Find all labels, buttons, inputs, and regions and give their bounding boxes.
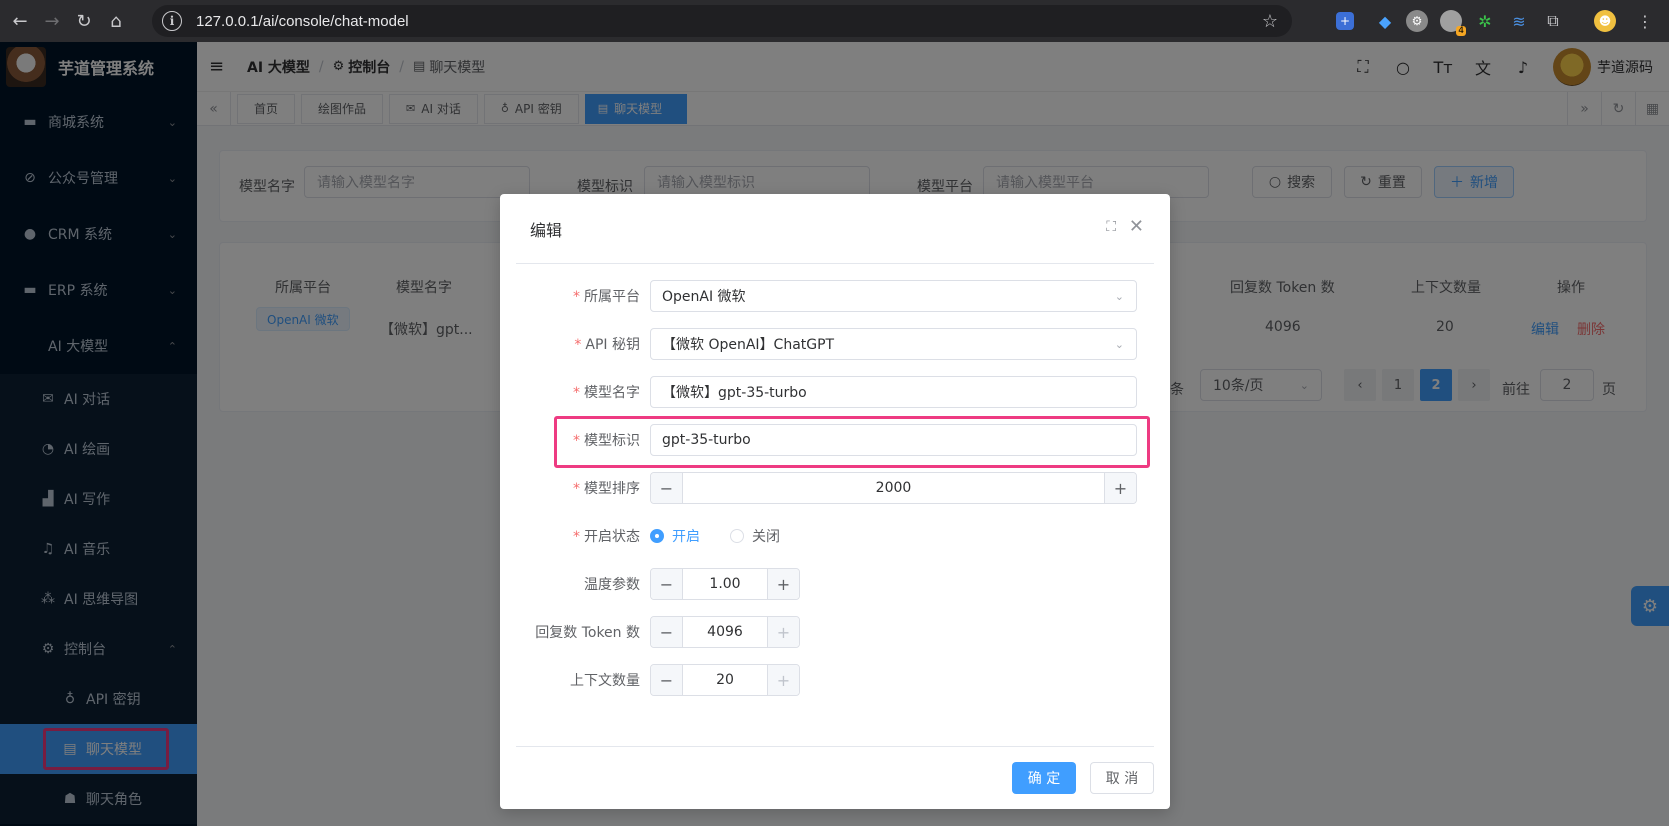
- model-name-input[interactable]: 【微软】gpt-35-turbo: [650, 376, 1137, 408]
- profile-avatar-icon[interactable]: ☻: [1594, 10, 1616, 32]
- form-row-api-key: * API 秘钥 【微软 OpenAI】ChatGPT ⌄: [500, 328, 1170, 360]
- max-contexts-stepper: − 20 +: [650, 664, 800, 696]
- api-key-value: 【微软 OpenAI】ChatGPT: [662, 337, 835, 353]
- cancel-button[interactable]: 取 消: [1090, 762, 1154, 794]
- extension-badge-count: 4: [1456, 26, 1466, 36]
- form-label: * 开启状态: [573, 526, 640, 546]
- form-label-text: API 秘钥: [585, 337, 640, 353]
- browser-menu-icon[interactable]: ⋮: [1634, 10, 1656, 32]
- decrement-button[interactable]: −: [651, 617, 683, 647]
- extensions-puzzle-icon[interactable]: ⧉: [1542, 10, 1564, 32]
- form-label: * 模型名字: [573, 382, 640, 402]
- confirm-button[interactable]: 确 定: [1012, 762, 1076, 794]
- extension-diamond-icon[interactable]: ◆: [1374, 10, 1396, 32]
- back-icon[interactable]: ←: [4, 5, 36, 37]
- form-row-model-id: * 模型标识 gpt-35-turbo: [500, 424, 1170, 456]
- platform-value: OpenAI 微软: [662, 289, 746, 305]
- dialog-header: 编辑 ⛶ ✕: [516, 194, 1154, 264]
- form-label: * 所属平台: [573, 286, 640, 306]
- form-label: 温度参数: [584, 577, 640, 593]
- form-row-temperature: 温度参数 − 1.00 +: [500, 568, 1170, 600]
- form-label-text: 开启状态: [584, 529, 640, 545]
- increment-button[interactable]: +: [767, 569, 799, 599]
- form-label: * API 秘钥: [574, 334, 640, 354]
- extension-icon[interactable]: +: [1336, 12, 1354, 30]
- max-contexts-value[interactable]: 20: [683, 672, 767, 688]
- dialog-title: 编辑: [530, 220, 563, 240]
- form-row-sort: * 模型排序 − 2000 +: [500, 472, 1170, 504]
- chevron-down-icon: ⌄: [1114, 289, 1124, 303]
- edit-dialog: 编辑 ⛶ ✕ * 所属平台 OpenAI 微软 ⌄ * API 秘钥 【微软 Open…: [500, 194, 1170, 809]
- required-mark: *: [574, 337, 582, 353]
- required-mark: *: [573, 289, 580, 305]
- extension-gear-icon[interactable]: ⚙: [1406, 10, 1428, 32]
- required-mark: *: [573, 433, 580, 449]
- increment-button[interactable]: +: [767, 617, 799, 647]
- required-mark: *: [573, 481, 580, 497]
- form-label-text: 模型标识: [584, 433, 640, 449]
- increment-button[interactable]: +: [1104, 473, 1136, 503]
- decrement-button[interactable]: −: [651, 473, 683, 503]
- form-label: * 模型标识: [573, 430, 640, 450]
- reload-icon[interactable]: ↻: [68, 5, 100, 37]
- site-info-icon[interactable]: i: [162, 11, 182, 31]
- temperature-value[interactable]: 1.00: [683, 576, 767, 592]
- dialog-footer-divider: [516, 746, 1154, 747]
- sort-stepper: − 2000 +: [650, 472, 1137, 504]
- extension-bug-icon[interactable]: ✲: [1474, 10, 1496, 32]
- extension-layers-icon[interactable]: ≋: [1508, 10, 1530, 32]
- required-mark: *: [573, 385, 580, 401]
- decrement-button[interactable]: −: [651, 569, 683, 599]
- form-row-model-name: * 模型名字 【微软】gpt-35-turbo: [500, 376, 1170, 408]
- form-row-platform: * 所属平台 OpenAI 微软 ⌄: [500, 280, 1170, 312]
- form-label-text: 模型名字: [584, 385, 640, 401]
- form-row-max-tokens: 回复数 Token 数 − 4096 +: [500, 616, 1170, 648]
- extension-badge-icon[interactable]: 4: [1440, 10, 1466, 36]
- status-radio-group: 开启 关闭: [650, 526, 810, 546]
- increment-button[interactable]: +: [767, 665, 799, 695]
- form-label: 回复数 Token 数: [535, 625, 640, 641]
- browser-toolbar: ← → ↻ ⌂ i 127.0.0.1/ai/console/chat-mode…: [0, 0, 1669, 42]
- address-bar[interactable]: i 127.0.0.1/ai/console/chat-model ☆: [152, 5, 1292, 37]
- required-mark: *: [573, 529, 580, 545]
- form-row-max-contexts: 上下文数量 − 20 +: [500, 664, 1170, 696]
- radio-label: 关闭: [752, 529, 780, 545]
- radio-checked-icon: [650, 529, 664, 543]
- forward-icon[interactable]: →: [36, 5, 68, 37]
- platform-select[interactable]: OpenAI 微软 ⌄: [650, 280, 1137, 312]
- close-icon[interactable]: ✕: [1129, 216, 1144, 237]
- form-row-status: * 开启状态 开启 关闭: [500, 520, 1170, 552]
- max-tokens-stepper: − 4096 +: [650, 616, 800, 648]
- form-label-text: 所属平台: [584, 289, 640, 305]
- api-key-select[interactable]: 【微软 OpenAI】ChatGPT ⌄: [650, 328, 1137, 360]
- url-text: 127.0.0.1/ai/console/chat-model: [196, 12, 409, 30]
- fullscreen-icon[interactable]: ⛶: [1106, 219, 1116, 235]
- decrement-button[interactable]: −: [651, 665, 683, 695]
- home-icon[interactable]: ⌂: [100, 5, 132, 37]
- form-label-text: 模型排序: [584, 481, 640, 497]
- max-tokens-value[interactable]: 4096: [683, 624, 767, 640]
- status-radio-off[interactable]: 关闭: [730, 526, 780, 546]
- sort-value[interactable]: 2000: [683, 480, 1104, 496]
- temperature-stepper: − 1.00 +: [650, 568, 800, 600]
- model-id-input[interactable]: gpt-35-turbo: [650, 424, 1137, 456]
- bookmark-star-icon[interactable]: ☆: [1262, 11, 1278, 32]
- form-label: 上下文数量: [570, 673, 640, 689]
- chevron-down-icon: ⌄: [1114, 337, 1124, 351]
- radio-unchecked-icon: [730, 529, 744, 543]
- status-radio-on[interactable]: 开启: [650, 526, 700, 546]
- radio-label: 开启: [672, 529, 700, 545]
- form-label: * 模型排序: [573, 478, 640, 498]
